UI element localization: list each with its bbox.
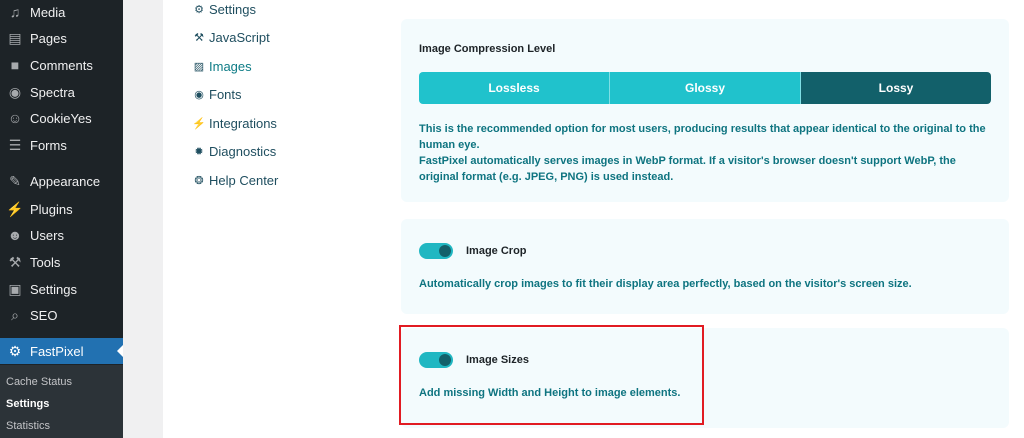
desc-line: human eye.: [419, 139, 480, 151]
menu-pages[interactable]: ▤ Pages: [0, 25, 123, 51]
compression-description: This is the recommended option for most …: [419, 121, 999, 185]
nav-images[interactable]: ▨ Images: [192, 59, 252, 74]
menu-appearance[interactable]: ✎ Appearance: [0, 168, 123, 194]
menu-forms[interactable]: ☰ Forms: [0, 132, 123, 158]
desc-line: original format (e.g. JPEG, PNG) is used…: [419, 171, 674, 183]
cookie-icon: ☺: [7, 110, 23, 126]
menu-label: FastPixel: [30, 343, 84, 359]
desc-line: FastPixel automatically serves images in…: [419, 155, 956, 167]
plug-icon: ⚡: [192, 118, 206, 130]
image-crop-card: [401, 219, 1009, 314]
toggle-knob: [439, 245, 451, 257]
option-lossy[interactable]: Lossy: [801, 72, 991, 104]
lifebuoy-icon: ❂: [194, 175, 204, 187]
submenu-settings[interactable]: Settings: [6, 398, 49, 410]
menu-label: Spectra: [30, 84, 75, 100]
comments-icon: ■: [10, 57, 20, 73]
compression-title: Image Compression Level: [419, 43, 556, 55]
submenu-statistics[interactable]: Statistics: [6, 420, 50, 432]
menu-label: Users: [30, 227, 64, 243]
nav-label: Images: [209, 59, 252, 74]
option-glossy[interactable]: Glossy: [610, 72, 801, 104]
nav-label: JavaScript: [209, 30, 270, 45]
nav-javascript[interactable]: ⚒ JavaScript: [192, 30, 270, 45]
sliders-icon: ▣: [8, 280, 22, 297]
menu-users[interactable]: ☻ Users: [0, 222, 123, 248]
compression-selector: Lossless Glossy Lossy: [419, 72, 991, 104]
image-icon: ▨: [193, 61, 205, 73]
menu-label: Comments: [30, 57, 93, 73]
nav-fonts[interactable]: ◉ Fonts: [192, 87, 242, 102]
menu-comments[interactable]: ■ Comments: [0, 52, 123, 78]
option-lossless[interactable]: Lossless: [419, 72, 610, 104]
menu-label: Forms: [30, 137, 67, 153]
nav-label: Integrations: [209, 116, 277, 131]
image-crop-toggle[interactable]: [419, 243, 453, 259]
user-icon: ☻: [7, 227, 23, 243]
menu-cookieyes[interactable]: ☺ CookieYes: [0, 105, 123, 131]
content-gutter: [123, 0, 163, 438]
menu-label: Tools: [30, 254, 61, 270]
pages-icon: ▤: [8, 29, 22, 46]
menu-label: Appearance: [30, 173, 101, 189]
fastpixel-submenu: Cache Status Settings Statistics: [0, 365, 123, 438]
nav-settings[interactable]: ⚙ Settings: [192, 2, 256, 17]
wrench-icon: ⚒: [8, 253, 22, 270]
menu-tools[interactable]: ⚒ Tools: [0, 249, 123, 275]
spectra-icon: ◉: [8, 83, 22, 100]
nav-label: Help Center: [209, 173, 279, 188]
highlight-box: [399, 325, 704, 425]
nav-label: Diagnostics: [209, 144, 277, 159]
nav-help-center[interactable]: ❂ Help Center: [192, 173, 278, 188]
image-crop-description: Automatically crop images to fit their d…: [419, 278, 912, 290]
wrench-icon: ⚒: [194, 32, 204, 44]
gear-icon: ⚙: [194, 4, 204, 16]
submenu-cache-status[interactable]: Cache Status: [6, 376, 72, 388]
wp-admin-sidebar: ♫ Media ▤ Pages ■ Comments ◉ Spectra ☺ Cookie…: [0, 0, 123, 438]
menu-label: Pages: [30, 30, 67, 46]
menu-settings[interactable]: ▣ Settings: [0, 276, 123, 302]
search-icon: ⌕: [11, 306, 19, 323]
nav-integrations[interactable]: ⚡ Integrations: [192, 116, 277, 131]
plug-icon: ⚡: [6, 200, 24, 217]
menu-spectra[interactable]: ◉ Spectra: [0, 79, 123, 105]
eye-icon: ◉: [194, 89, 204, 101]
menu-label: Plugins: [30, 201, 73, 217]
menu-media[interactable]: ♫ Media: [0, 0, 123, 25]
menu-label: CookieYes: [30, 110, 92, 126]
fastpixel-icon: ⚙: [8, 342, 22, 359]
brush-icon: ✎: [9, 172, 21, 189]
nav-label: Settings: [209, 2, 256, 17]
image-crop-label: Image Crop: [466, 245, 527, 257]
menu-label: SEO: [30, 307, 58, 323]
media-icon: ♫: [9, 4, 21, 20]
nav-diagnostics[interactable]: ✹ Diagnostics: [192, 144, 276, 159]
forms-icon: ☰: [8, 136, 22, 153]
menu-label: Media: [30, 4, 66, 20]
menu-label: Settings: [30, 281, 77, 297]
menu-plugins[interactable]: ⚡ Plugins: [0, 196, 123, 222]
menu-seo[interactable]: ⌕ SEO: [0, 302, 123, 328]
menu-fastpixel[interactable]: ⚙ FastPixel: [0, 338, 123, 364]
bug-icon: ✹: [194, 146, 204, 158]
nav-label: Fonts: [209, 87, 242, 102]
desc-line: This is the recommended option for most …: [419, 123, 986, 135]
